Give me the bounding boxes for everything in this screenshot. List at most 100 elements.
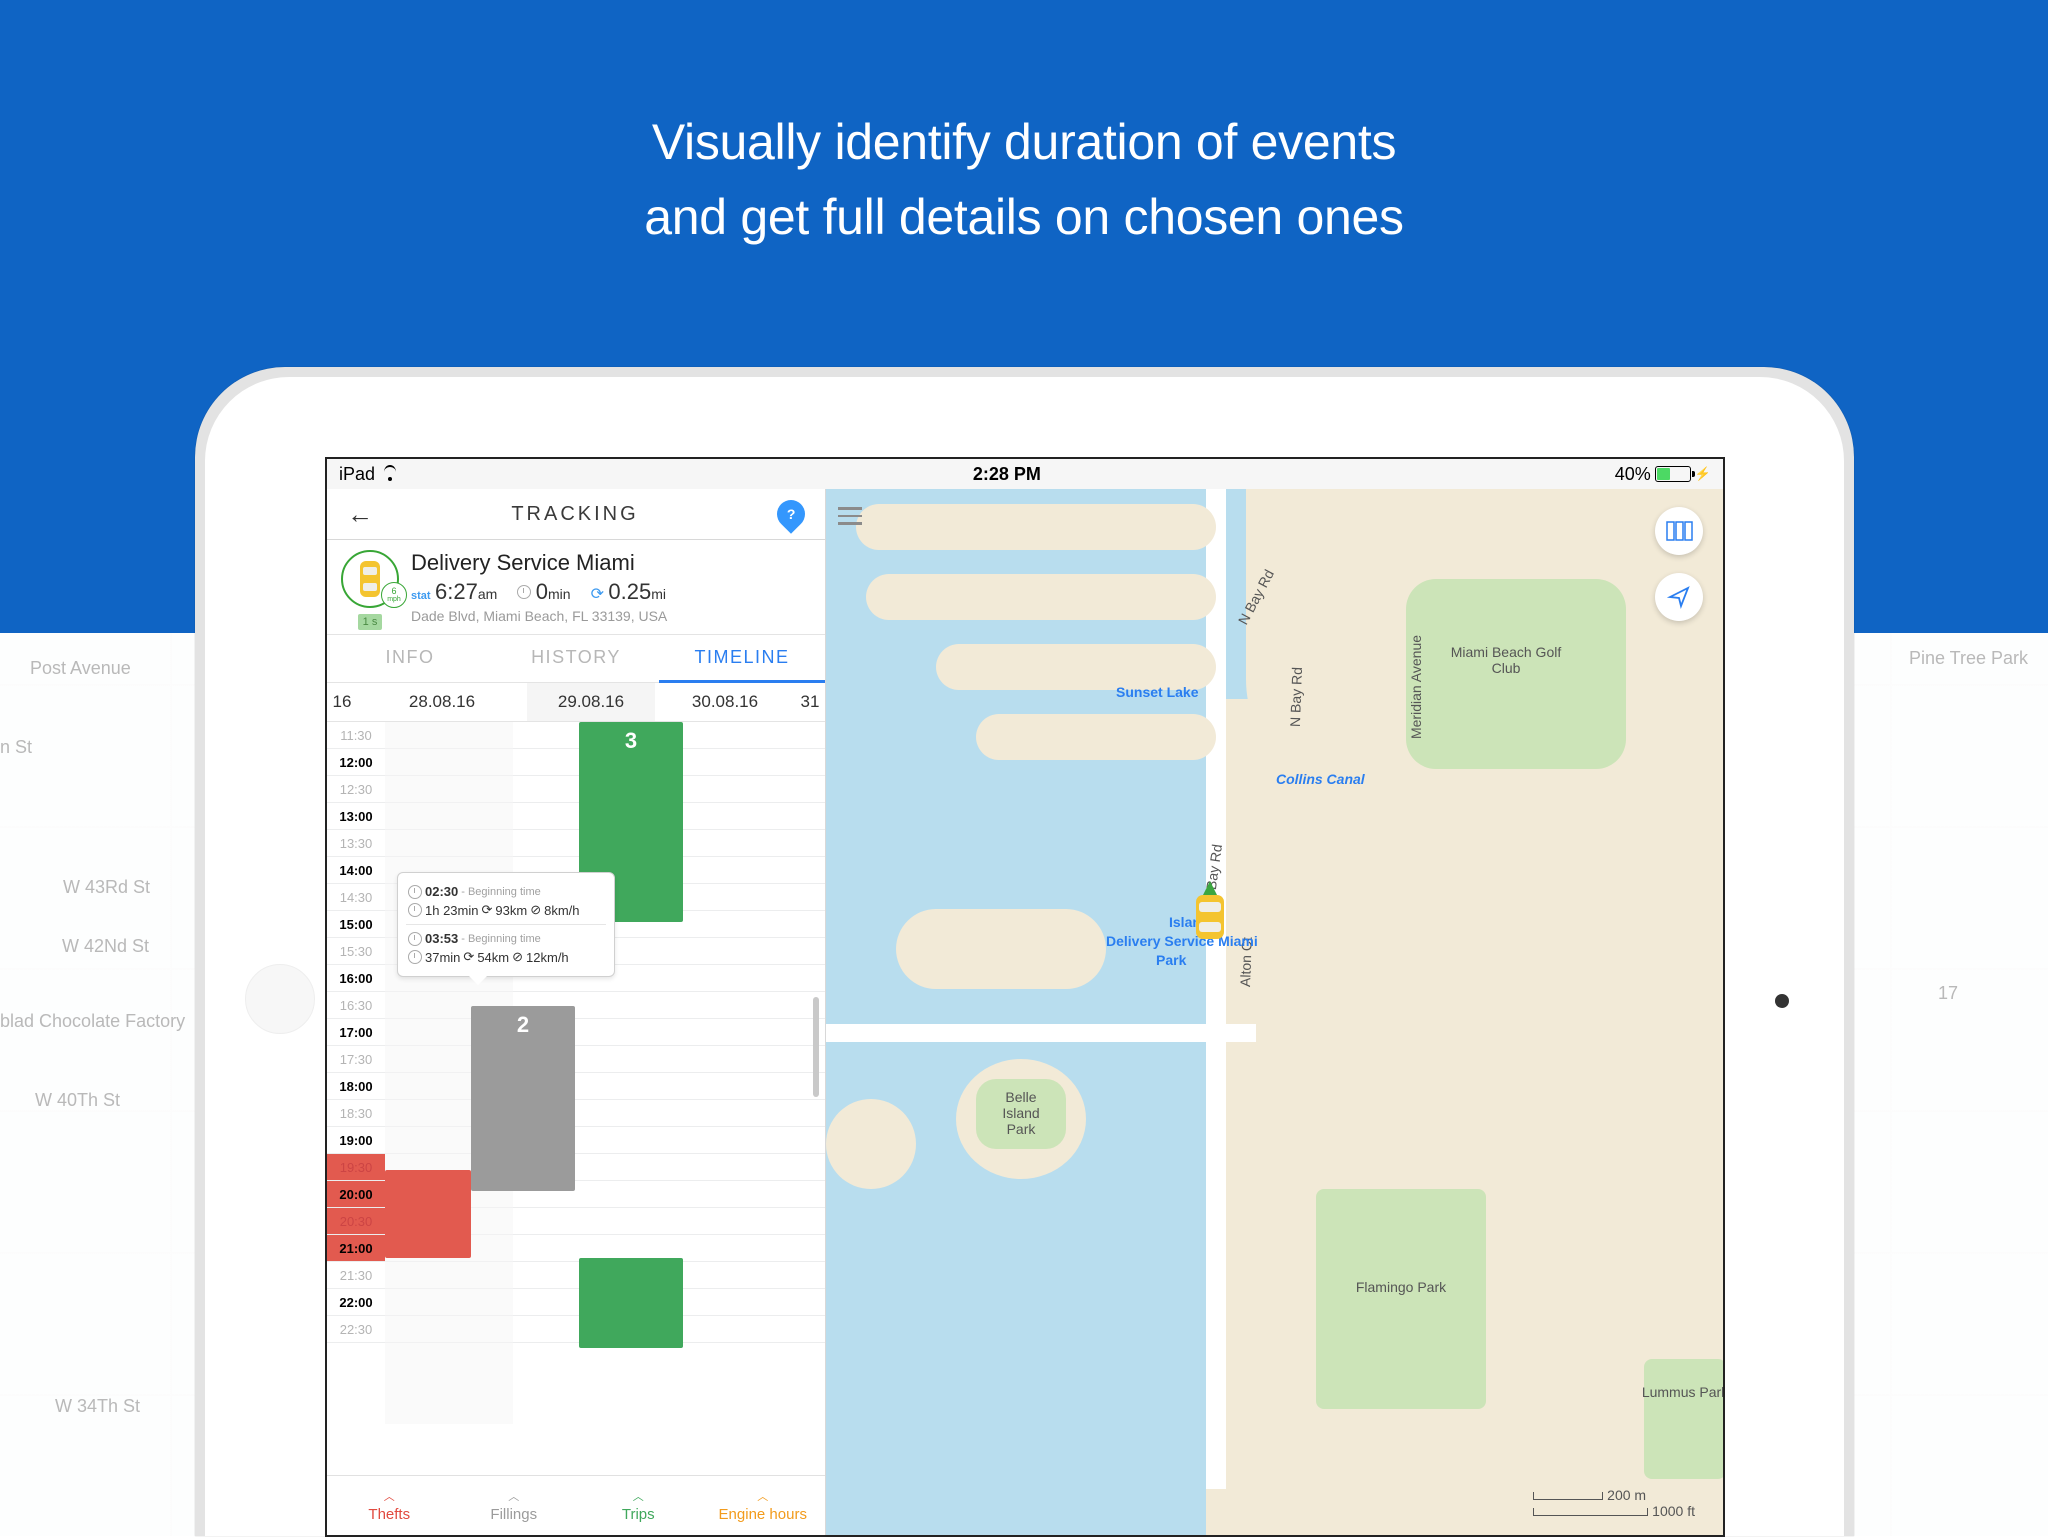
stat-distance: ⟳ 0.25mi: [591, 579, 666, 605]
cat-thefts[interactable]: ︿Thefts: [327, 1476, 452, 1535]
vehicle-marker[interactable]: [1196, 881, 1224, 939]
speed-icon: ⊘: [512, 949, 523, 965]
panel-header: ← TRACKING ?: [327, 489, 825, 540]
status-bar: iPad 2:28 PM 40% ⚡: [327, 459, 1723, 489]
time-label: 19:00: [327, 1127, 385, 1154]
scale-bar: 200 m 1000 ft: [1533, 1487, 1695, 1519]
menu-button[interactable]: [838, 507, 862, 525]
stat-duration: 0min: [517, 579, 570, 605]
vehicle-name: Delivery Service Miami: [411, 550, 811, 576]
date-selected[interactable]: 29.08.16: [527, 683, 655, 721]
map-label: Meridian Avenue: [1408, 635, 1424, 739]
map-label: N Bay Rd: [1287, 667, 1305, 727]
date-next[interactable]: 31: [795, 683, 825, 721]
time-label: 17:00: [327, 1019, 385, 1046]
clock-icon: [517, 585, 531, 599]
bottom-categories: ︿Thefts ︿Fillings ︿Trips ︿Engine hours: [327, 1475, 825, 1535]
park-flamingo: [1316, 1189, 1486, 1409]
headline-2: and get full details on chosen ones: [644, 180, 1404, 255]
timeline[interactable]: 11:3012:0012:3013:0013:3014:0014:3015:00…: [327, 722, 825, 1475]
clock: 2:28 PM: [399, 464, 1615, 485]
location-pin-icon[interactable]: ?: [771, 494, 811, 534]
event-tooltip: 02:30 - Beginning time 1h 23min ⟳93km ⊘8…: [397, 872, 615, 977]
chevron-up-icon: ︿: [508, 1488, 519, 1504]
time-label: 16:00: [327, 965, 385, 992]
distance-icon: ⟳: [591, 586, 604, 603]
time-label: 14:30: [327, 884, 385, 911]
map-label: Sunset Lake: [1116, 684, 1198, 700]
date-prev[interactable]: 16: [327, 683, 357, 721]
time-label: 16:30: [327, 992, 385, 1019]
map-label: Collins Canal: [1276, 771, 1365, 787]
cat-trips[interactable]: ︿Trips: [576, 1476, 701, 1535]
home-button[interactable]: [245, 964, 315, 1034]
chevron-up-icon: ︿: [757, 1488, 768, 1504]
speed-badge: 6mph: [381, 582, 407, 608]
bg-label: 17: [1938, 983, 1958, 1004]
left-panel: ← TRACKING ? 6mph 1 s Delivery Service M…: [327, 489, 826, 1535]
time-label: 15:00: [327, 911, 385, 938]
vehicle-icon: 6mph: [341, 550, 399, 608]
bg-label: Pine Tree Park: [1909, 648, 2028, 669]
bg-label: n St: [0, 737, 32, 758]
ipad-frame: iPad 2:28 PM 40% ⚡ ← TRACKING ?: [195, 367, 1854, 1536]
time-label: 18:30: [327, 1100, 385, 1127]
park-lummus: [1644, 1359, 1725, 1479]
screen: iPad 2:28 PM 40% ⚡ ← TRACKING ?: [325, 457, 1725, 1537]
clock-icon: [408, 903, 422, 917]
tab-timeline[interactable]: TIMELINE: [659, 635, 825, 683]
map-panel[interactable]: Sunset Lake N Bay Rd N Bay Rd Miami Beac…: [826, 489, 1723, 1535]
time-label: 11:30: [327, 722, 385, 749]
back-arrow-icon[interactable]: ←: [347, 499, 373, 530]
bg-label: Post Avenue: [30, 658, 131, 679]
battery-pct: 40%: [1615, 464, 1651, 485]
event-theft[interactable]: [385, 1170, 471, 1258]
date-strip[interactable]: 16 28.08.16 29.08.16 30.08.16 31: [327, 683, 825, 722]
sat-age-badge: 1 s: [358, 614, 383, 630]
event-filling[interactable]: 2: [471, 1006, 575, 1191]
headline-1: Visually identify duration of events: [652, 105, 1396, 180]
map-label: Lummus Park: [1640, 1384, 1725, 1400]
clock-icon: [408, 885, 422, 899]
map-label: Park: [1156, 952, 1186, 968]
tab-history[interactable]: HISTORY: [493, 635, 659, 682]
bg-label: W 43Rd St: [63, 877, 150, 898]
time-label: 18:00: [327, 1073, 385, 1100]
time-label: 21:00: [327, 1235, 385, 1262]
date[interactable]: 30.08.16: [655, 683, 795, 721]
battery-icon: [1655, 466, 1691, 482]
cat-fillings[interactable]: ︿Fillings: [452, 1476, 577, 1535]
event-trip[interactable]: [579, 1258, 683, 1348]
clock-icon: [408, 932, 422, 946]
time-label: 22:30: [327, 1316, 385, 1343]
map-label: Flamingo Park: [1326, 1279, 1476, 1295]
tab-info[interactable]: INFO: [327, 635, 493, 682]
car-icon: [1196, 895, 1224, 939]
time-label: 22:00: [327, 1289, 385, 1316]
tabs: INFO HISTORY TIMELINE: [327, 634, 825, 683]
time-label: 20:30: [327, 1208, 385, 1235]
bg-label: W 40Th St: [35, 1090, 120, 1111]
device-name: iPad: [339, 464, 375, 485]
locate-button[interactable]: [1655, 573, 1703, 621]
map-layers-button[interactable]: [1655, 507, 1703, 555]
time-label: 13:30: [327, 830, 385, 857]
stat-time: stat 6:27am: [411, 579, 497, 605]
cat-engine[interactable]: ︿Engine hours: [701, 1476, 826, 1535]
vehicle-summary[interactable]: 6mph 1 s Delivery Service Miami stat 6:2…: [327, 540, 825, 634]
time-label: 15:30: [327, 938, 385, 965]
map-label: Miami Beach Golf Club: [1446, 644, 1566, 676]
bg-label: W 42Nd St: [62, 936, 149, 957]
date[interactable]: 28.08.16: [357, 683, 527, 721]
time-label: 14:00: [327, 857, 385, 884]
vehicle-address: Dade Blvd, Miami Beach, FL 33139, USA: [411, 608, 811, 624]
wifi-icon: [381, 467, 399, 481]
time-label: 12:30: [327, 776, 385, 803]
distance-icon: ⟳: [481, 902, 492, 918]
scrollbar[interactable]: [813, 997, 819, 1097]
time-label: 17:30: [327, 1046, 385, 1073]
charge-icon: ⚡: [1695, 466, 1711, 482]
map-label: Delivery Service Miami: [1106, 933, 1258, 949]
distance-icon: ⟳: [463, 949, 474, 965]
panel-title: TRACKING: [373, 503, 777, 526]
